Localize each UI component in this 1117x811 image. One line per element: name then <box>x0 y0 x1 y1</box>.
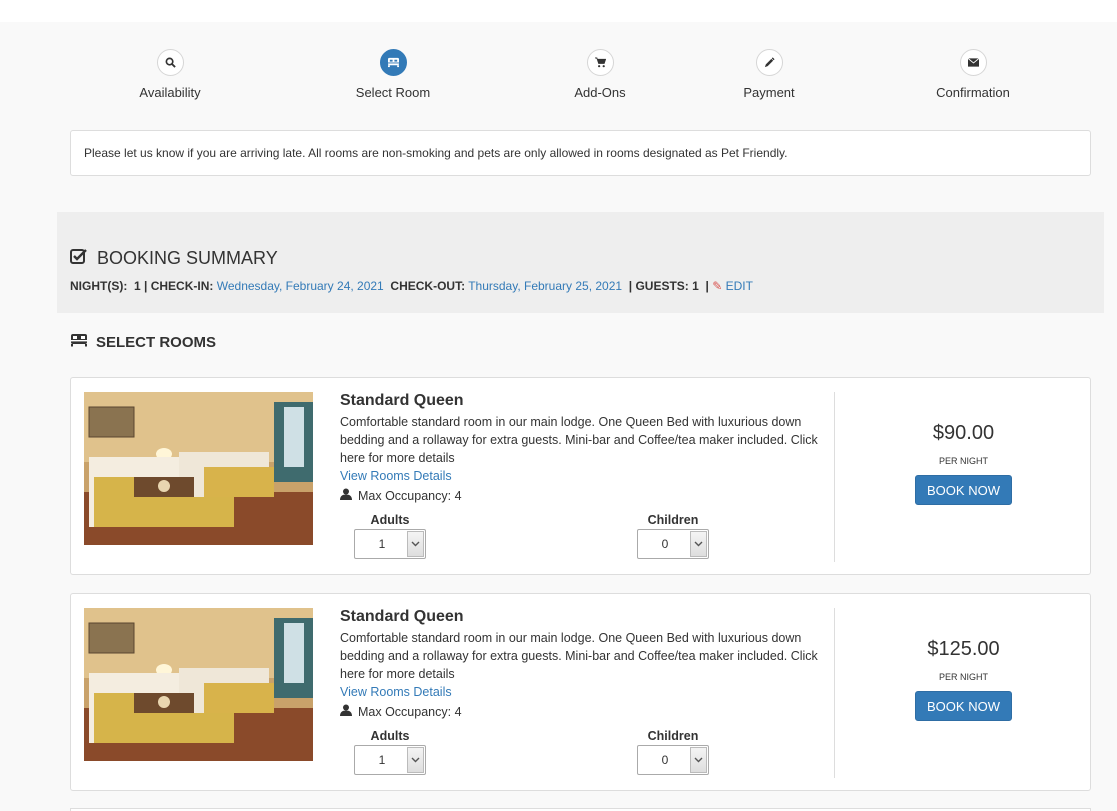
step-label: Add-Ons <box>574 85 626 100</box>
room-description: Comfortable standard room in our main lo… <box>340 631 818 681</box>
step-add-ons[interactable]: Add-Ons <box>520 49 680 100</box>
step-label: Availability <box>139 85 201 100</box>
room-price: $90.00 <box>932 422 995 444</box>
price-box: $125.00 PER NIGHT BOOK NOW <box>835 608 1092 721</box>
step-label: Confirmation <box>936 85 1010 100</box>
cart-icon <box>586 49 614 76</box>
children-field: Children 0 <box>637 513 709 559</box>
adults-select[interactable]: 1 <box>354 529 426 559</box>
per-night-label: PER NIGHT <box>938 456 988 466</box>
step-confirmation[interactable]: Confirmation <box>893 49 1053 100</box>
booking-summary-title: BOOKING SUMMARY <box>70 248 278 269</box>
room-name: Standard Queen <box>340 392 464 409</box>
checkout-date: Thursday, February 25, 2021 <box>468 279 623 293</box>
select-rooms-heading: SELECT ROOMS <box>70 333 216 351</box>
adults-field: Adults 1 <box>354 513 426 559</box>
bed-icon <box>379 49 407 76</box>
chevron-down-icon <box>407 531 424 557</box>
max-occupancy: Max Occupancy: 4 <box>340 704 820 719</box>
step-label: Payment <box>743 85 795 100</box>
pencil-icon: ✎ <box>712 279 723 293</box>
per-night-label: PER NIGHT <box>938 672 988 682</box>
book-now-button[interactable]: BOOK NOW <box>915 691 1012 721</box>
children-select[interactable]: 0 <box>637 529 709 559</box>
nights-value: 1 <box>134 279 141 293</box>
room-card: Standard Queen Comfortable standard room… <box>70 377 1091 575</box>
checkin-date: Wednesday, February 24, 2021 <box>216 279 384 293</box>
checkbox-icon <box>70 248 88 269</box>
user-icon <box>340 488 352 503</box>
pencil-icon <box>755 49 783 76</box>
chevron-down-icon <box>690 531 707 557</box>
room-photo <box>84 608 313 761</box>
guests-value: 1 <box>692 279 699 293</box>
step-select-room[interactable]: Select Room <box>313 49 473 100</box>
edit-booking-link[interactable]: ✎ EDIT <box>712 279 753 293</box>
chevron-down-icon <box>407 747 424 773</box>
room-photo <box>84 392 313 545</box>
room-info: Standard Queen Comfortable standard room… <box>340 608 820 719</box>
adults-field: Adults 1 <box>354 729 426 775</box>
room-info: Standard Queen Comfortable standard room… <box>340 392 820 503</box>
room-price: $125.00 <box>927 638 1000 660</box>
view-room-details-link[interactable]: View Rooms Details <box>340 683 820 701</box>
room-card: Standard Queen Comfortable standard room… <box>70 593 1091 791</box>
step-availability[interactable]: Availability <box>90 49 250 100</box>
children-field: Children 0 <box>637 729 709 775</box>
view-room-details-link[interactable]: View Rooms Details <box>340 467 820 485</box>
envelope-icon <box>959 49 987 76</box>
book-now-button[interactable]: BOOK NOW <box>915 475 1012 505</box>
booking-summary: BOOKING SUMMARY NIGHT(S): 1 | CHECK-IN: … <box>57 212 1104 313</box>
user-icon <box>340 704 352 719</box>
max-occupancy: Max Occupancy: 4 <box>340 488 820 503</box>
step-label: Select Room <box>355 85 431 100</box>
booking-summary-details: NIGHT(S): 1 | CHECK-IN: Wednesday, Febru… <box>70 279 753 293</box>
room-name: Standard Queen <box>340 608 464 625</box>
step-payment[interactable]: Payment <box>689 49 849 100</box>
adults-select[interactable]: 1 <box>354 745 426 775</box>
children-select[interactable]: 0 <box>637 745 709 775</box>
bed-icon <box>70 333 88 351</box>
booking-steps: Availability Select Room Add-Ons Payment… <box>0 49 1117 109</box>
search-icon <box>156 49 184 76</box>
room-description: Comfortable standard room in our main lo… <box>340 415 818 465</box>
chevron-down-icon <box>690 747 707 773</box>
late-arrival-notice: Please let us know if you are arriving l… <box>70 130 1091 176</box>
price-box: $90.00 PER NIGHT BOOK NOW <box>835 392 1092 505</box>
